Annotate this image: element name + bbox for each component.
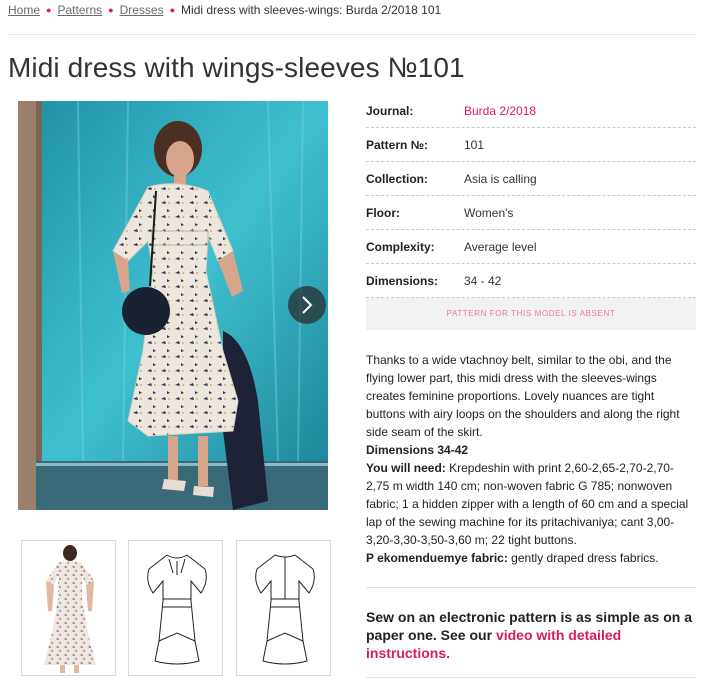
pattern-description: Thanks to a wide vtachnoy belt, similar …: [366, 351, 696, 567]
spec-label: Collection:: [366, 171, 428, 186]
spec-label: Dimensions:: [366, 273, 439, 288]
materials-label: You will need:: [366, 461, 446, 475]
spec-value: 101: [464, 137, 485, 152]
journal-link[interactable]: Burda 2/2018: [464, 104, 536, 118]
next-image-button[interactable]: [288, 286, 326, 324]
dimensions-heading: Dimensions 34-42: [366, 443, 469, 457]
breadcrumb-separator: ●: [108, 5, 114, 15]
fabric-label: P ekomenduemye fabric:: [366, 551, 508, 565]
spec-value: 34 - 42: [464, 273, 502, 288]
breadcrumb: Home ● Patterns ● Dresses ● Midi dress with sl…: [8, 3, 441, 17]
spec-value: Women's: [464, 205, 514, 220]
thumbnail-back-sketch[interactable]: [236, 540, 331, 676]
fabric-text: gently draped dress fabrics.: [507, 551, 659, 565]
spec-value: Asia is calling: [464, 171, 537, 186]
spec-row-pattern-number: Pattern №: 101: [366, 128, 696, 162]
spec-value: Average level: [464, 239, 537, 254]
breadcrumb-separator: ●: [169, 5, 176, 15]
spec-row-collection: Collection: Asia is calling: [366, 162, 696, 196]
spec-label: Floor:: [366, 205, 400, 220]
spec-label: Journal:: [366, 103, 414, 118]
spec-row-floor: Floor: Women's: [366, 196, 696, 230]
spec-label: Pattern №:: [366, 137, 429, 152]
pattern-absent-notice: PATTERN FOR THIS MODEL IS ABSENT: [366, 298, 696, 330]
breadcrumb-current: Midi dress with sleeves-wings: Burda 2/2…: [181, 3, 442, 17]
divider: [366, 587, 696, 588]
divider: [366, 677, 696, 678]
page-title: Midi dress with wings-sleeves №101: [8, 52, 465, 83]
main-product-photo[interactable]: [18, 101, 328, 510]
spec-label: Complexity:: [366, 239, 435, 254]
chevron-right-icon: [302, 296, 313, 314]
thumbnail-front-sketch[interactable]: [128, 540, 223, 676]
pattern-specs: Journal: Burda 2/2018 Pattern №: 101 Col…: [366, 94, 696, 298]
spec-row-dimensions: Dimensions: 34 - 42: [366, 264, 696, 298]
thumbnail-photo[interactable]: [21, 540, 116, 676]
breadcrumb-home-link[interactable]: Home: [8, 3, 40, 17]
breadcrumb-separator: ●: [46, 5, 52, 15]
electronic-pattern-promo: Sew on an electronic pattern is as simpl…: [366, 608, 696, 662]
spec-row-complexity: Complexity: Average level: [366, 230, 696, 264]
description-text: Thanks to a wide vtachnoy belt, similar …: [366, 353, 680, 439]
divider: [8, 34, 697, 35]
spec-row-journal: Journal: Burda 2/2018: [366, 94, 696, 128]
breadcrumb-patterns-link[interactable]: Patterns: [57, 3, 102, 17]
breadcrumb-dresses-link[interactable]: Dresses: [120, 3, 164, 17]
